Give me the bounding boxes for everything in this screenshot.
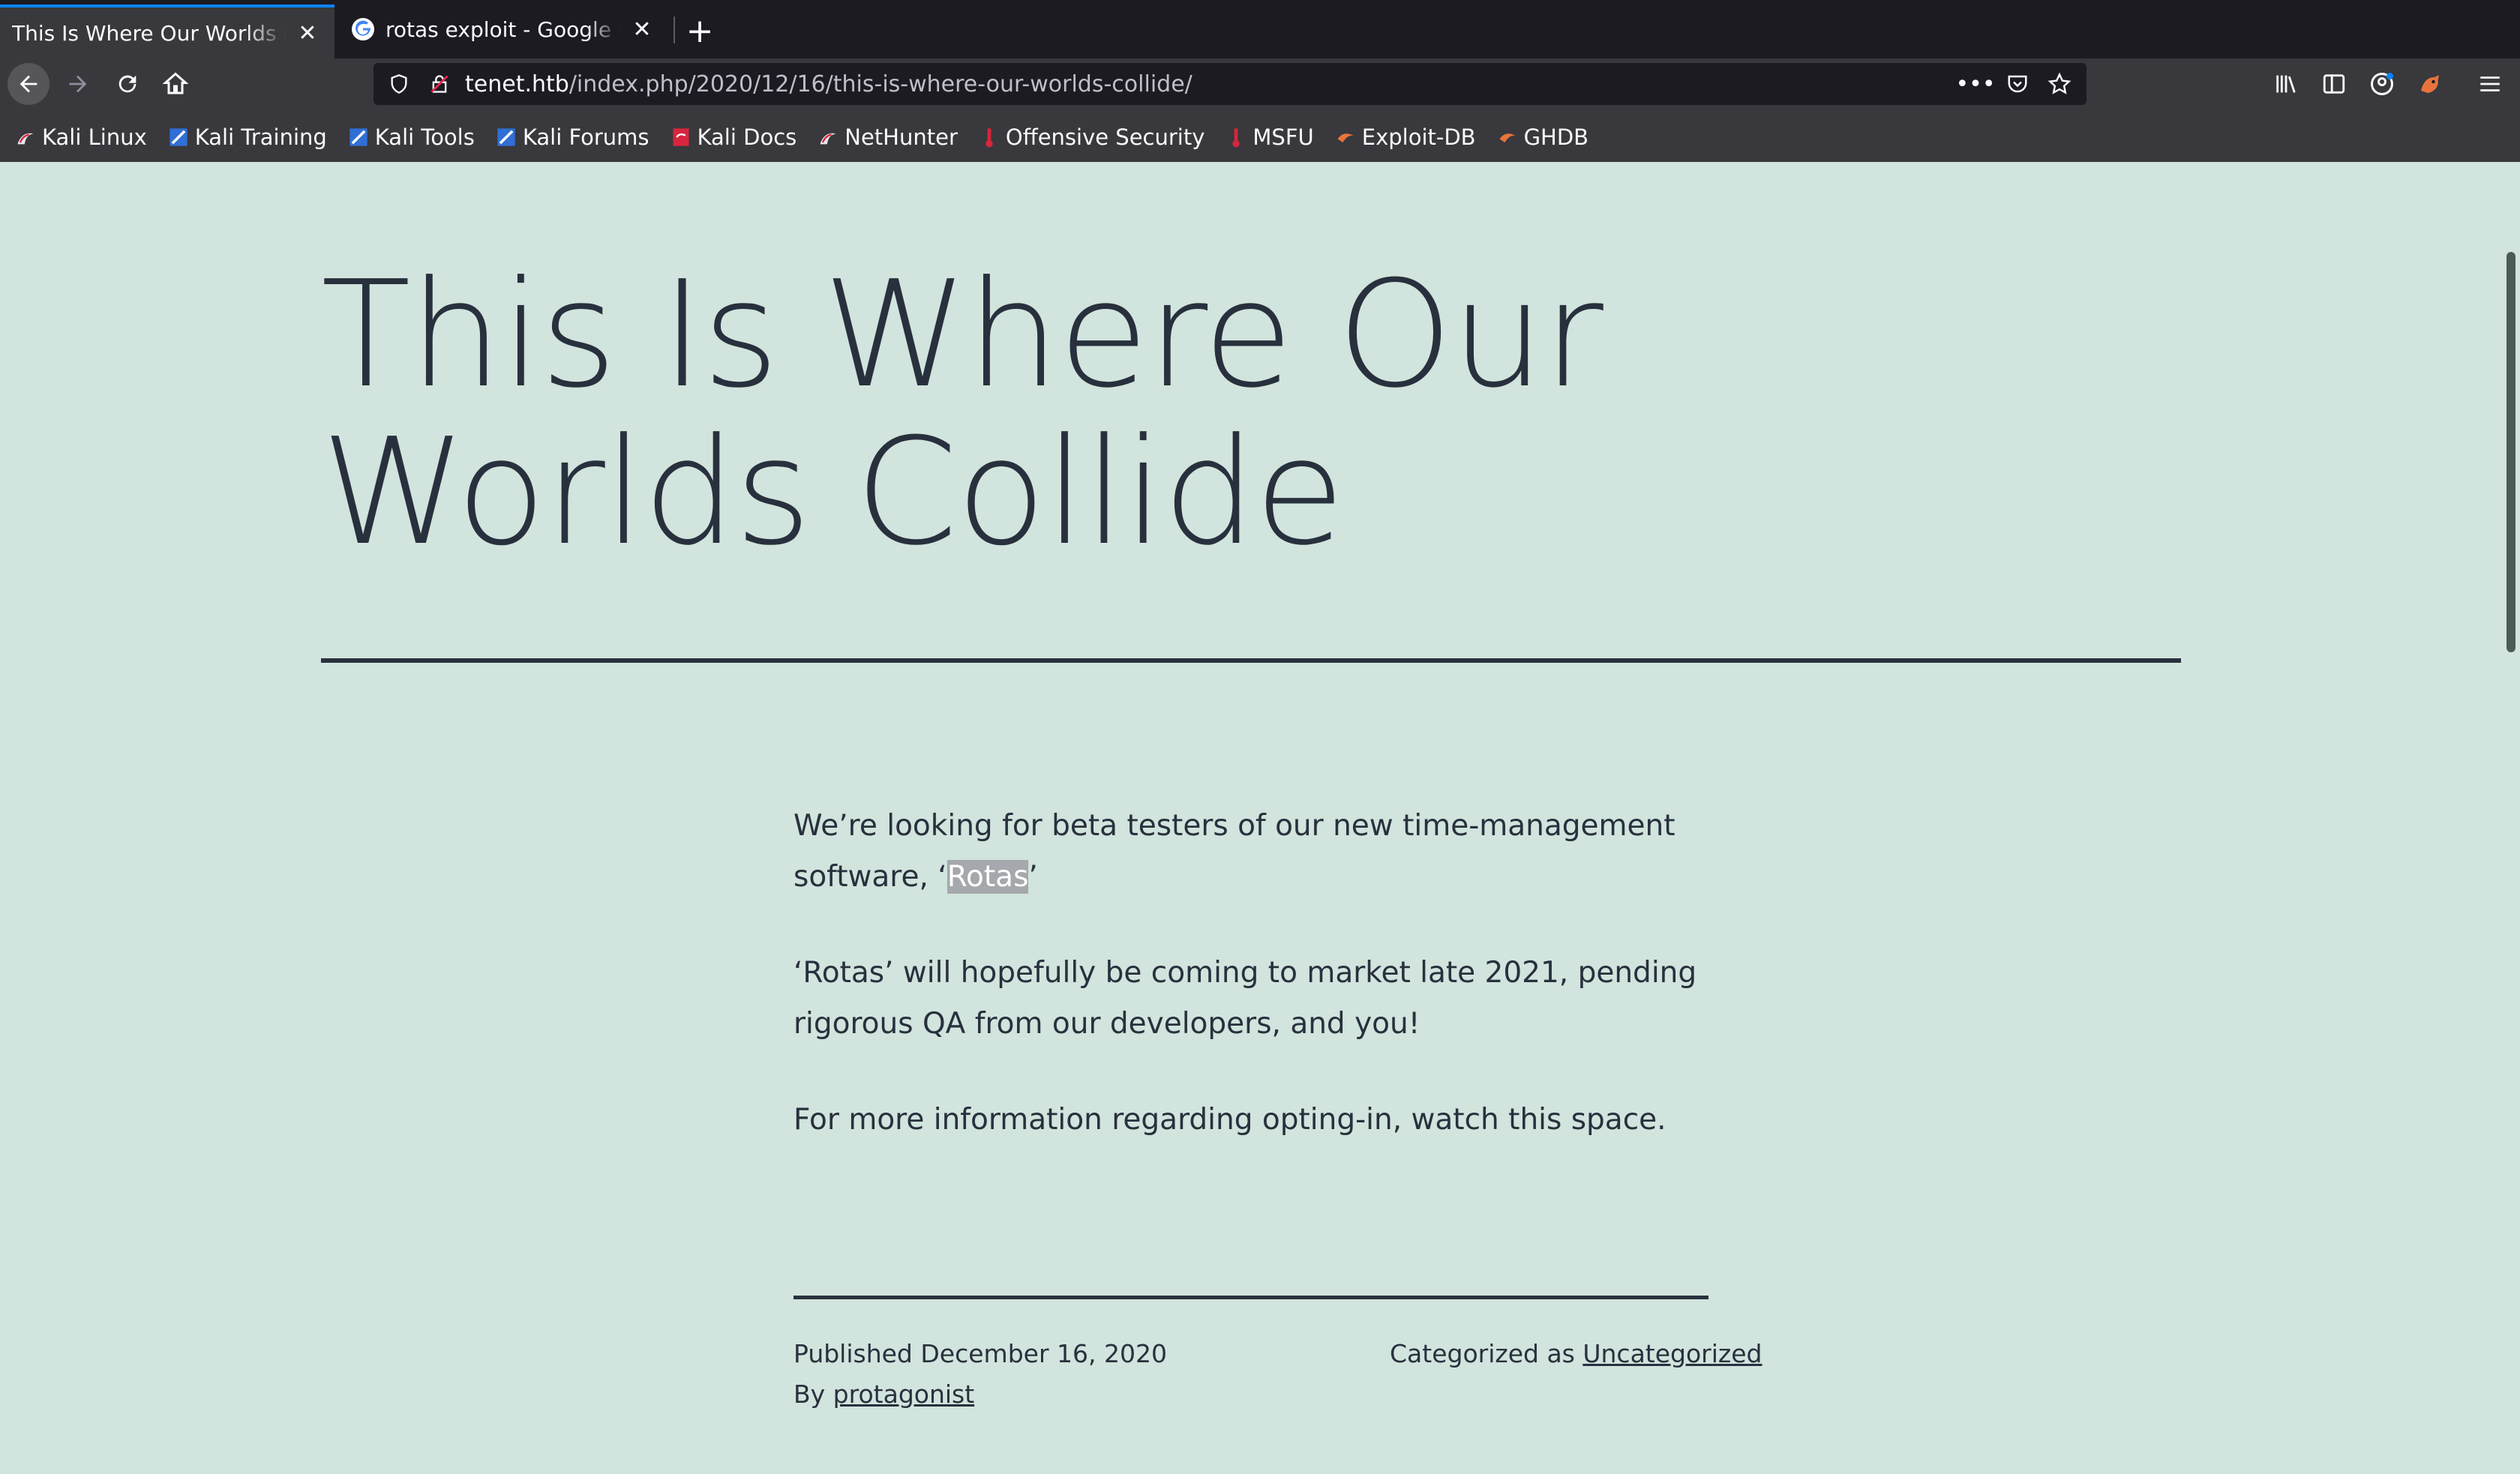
bookmark-label: NetHunter [844,124,958,150]
kali-dragon-icon [17,133,34,145]
bookmark-offensive-security[interactable]: Offensive Security [979,124,1205,150]
bookmark-star-icon[interactable] [2046,70,2073,97]
author-link[interactable]: protagonist [833,1380,975,1409]
scrollbar-thumb[interactable] [2506,252,2516,652]
kali-training-icon [170,128,188,146]
scrollbar[interactable] [2502,162,2520,1474]
shield-icon[interactable] [386,70,412,97]
bookmarks-toolbar: Kali Linux Kali Training Kali Tools Kali… [0,112,2520,162]
kali-docs-icon [673,128,689,146]
tab-title: This Is Where Our Worlds Collide [12,20,286,46]
bookmark-label: Kali Forums [522,124,650,150]
url-bar[interactable]: tenet.htb/index.php/2020/12/16/this-is-w… [374,63,2086,105]
paragraph-text: We’re looking for beta testers of our ne… [794,809,1676,894]
tab-google-search[interactable]: rotas exploit - Google Search ✕ [339,6,669,52]
bookmark-kali-tools[interactable]: Kali Tools [348,124,475,150]
offsec-icon [986,128,993,148]
sidebar-icon[interactable] [2318,67,2350,100]
kali-tools-icon [350,128,368,146]
bookmark-kali-forums[interactable]: Kali Forums [496,124,650,150]
bookmark-label: GHDB [1523,124,1589,150]
insecure-lock-icon[interactable] [426,70,453,97]
bookmark-label: Offensive Security [1005,124,1205,150]
tab-separator [674,16,675,43]
content-divider [794,1296,1708,1299]
home-icon [162,72,189,94]
ghdb-icon [1499,133,1516,142]
category-label: Categorized as [1390,1339,1575,1368]
bookmark-label: MSFU [1252,124,1314,150]
paragraph-text: ’ [1028,860,1038,894]
nethunter-icon [820,133,836,145]
new-tab-icon[interactable]: + [680,10,720,51]
exploit-db-icon [1337,133,1354,142]
close-tab-icon[interactable]: ✕ [292,18,322,48]
menu-icon[interactable] [2474,67,2506,100]
bookmark-kali-linux[interactable]: Kali Linux [15,124,147,150]
post-paragraph-2: ‘Rotas’ will hopefully be coming to mark… [794,956,1697,1041]
url-path: /index.php/2020/12/16/this-is-where-our-… [568,70,1192,97]
tab-bar: This Is Where Our Worlds Collide ✕ rotas… [0,0,2520,58]
url-host: tenet.htb [465,70,569,97]
bookmark-nethunter[interactable]: NetHunter [818,124,958,150]
url-text[interactable]: tenet.htb/index.php/2020/12/16/this-is-w… [465,71,1192,97]
published-date: Published December 16, 2020 [794,1339,1167,1368]
bookmark-label: Kali Tools [374,124,475,150]
back-button[interactable] [8,63,50,105]
bookmark-msfu[interactable]: MSFU [1226,124,1314,150]
forward-button[interactable] [57,63,99,105]
post-category: Categorized as Uncategorized [1390,1339,1762,1368]
tab-active[interactable]: This Is Where Our Worlds Collide ✕ [0,4,334,58]
title-divider [321,658,2181,663]
post-title: This Is Where Our Worlds Collide [321,250,1604,578]
published-label: Published [794,1339,913,1368]
bookmark-ghdb[interactable]: GHDB [1497,124,1589,150]
reload-button[interactable] [106,63,148,105]
home-button[interactable] [154,63,196,105]
bookmark-exploit-db[interactable]: Exploit-DB [1335,124,1476,150]
tab-title: rotas exploit - Google Search [386,16,621,42]
back-arrow-icon [20,75,38,93]
post-paragraph-3: For more information regarding opting-in… [794,1103,1666,1137]
bookmark-label: Kali Linux [42,124,147,150]
extension-icon[interactable] [2414,67,2446,100]
bookmark-kali-docs[interactable]: Kali Docs [670,124,797,150]
kali-forums-icon [497,128,515,146]
close-tab-icon[interactable]: ✕ [627,14,657,44]
account-icon[interactable] [2366,67,2398,100]
reload-icon [118,75,136,93]
by-label: By [794,1380,826,1409]
selected-text[interactable]: Rotas [946,860,1029,894]
category-link[interactable]: Uncategorized [1582,1339,1762,1368]
page-actions-icon[interactable]: ••• [1955,70,1995,97]
pocket-icon[interactable] [2004,70,2031,97]
bookmark-kali-training[interactable]: Kali Training [168,124,327,150]
bookmark-label: Kali Training [194,124,327,150]
google-icon [352,18,374,40]
page-content: This Is Where Our Worlds Collide We’re l… [0,162,2502,1474]
post-paragraph-1: We’re looking for beta testers of our ne… [794,801,1716,903]
browser-chrome: This Is Where Our Worlds Collide ✕ rotas… [0,0,2520,162]
bookmark-label: Kali Docs [697,124,797,150]
msfu-icon [1232,128,1240,148]
library-icon[interactable] [2270,67,2302,100]
navigation-toolbar: tenet.htb/index.php/2020/12/16/this-is-w… [0,58,2520,108]
published-date-value: December 16, 2020 [920,1339,1167,1368]
forward-arrow-icon [69,75,87,93]
post-author: By protagonist [794,1380,974,1409]
bookmark-label: Exploit-DB [1361,124,1476,150]
